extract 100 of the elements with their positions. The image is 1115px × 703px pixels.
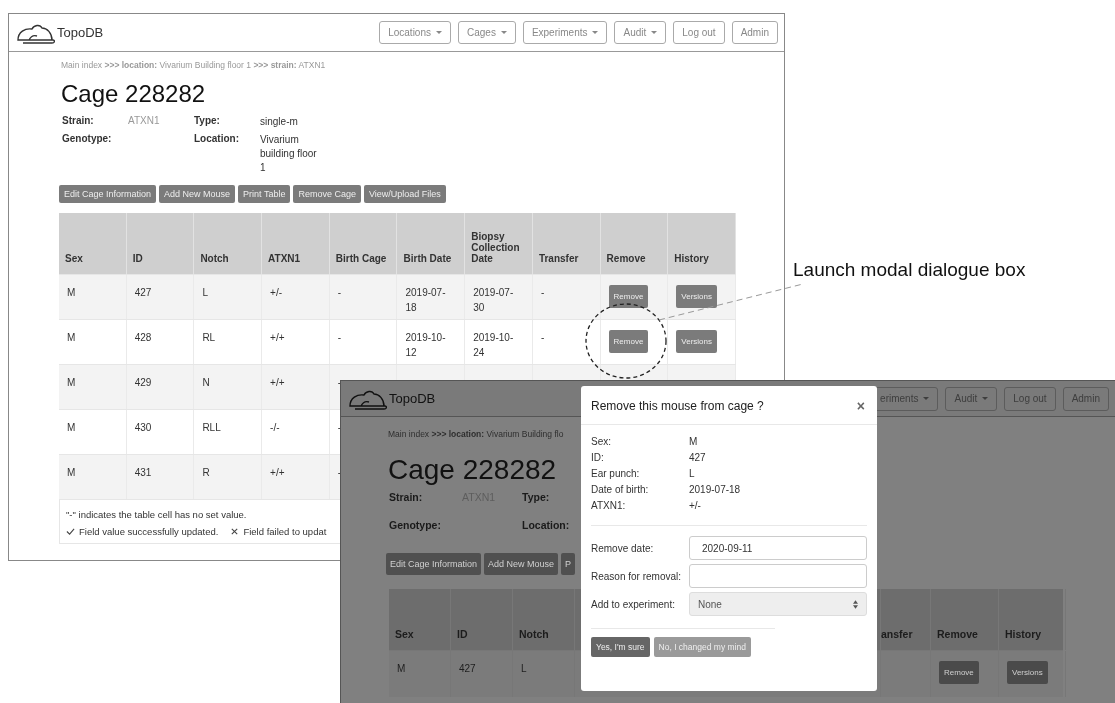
table-cell: M bbox=[67, 467, 76, 478]
detail-label: Location: bbox=[522, 519, 571, 531]
checkmark-icon bbox=[66, 527, 75, 536]
table-cell: 431 bbox=[134, 467, 152, 478]
caret-icon bbox=[982, 397, 989, 400]
table-cell: -/- bbox=[270, 422, 280, 433]
info-label: Sex: bbox=[591, 435, 612, 449]
table-cell: RL bbox=[202, 332, 216, 343]
table-cell: R bbox=[202, 467, 210, 478]
breadcrumb: Main index >>> location: Vivarium Building floor 1 >>> strain: ATXN1 bbox=[61, 60, 326, 70]
action-button[interactable]: Remove Cage bbox=[293, 185, 361, 203]
table-cell: L bbox=[202, 287, 208, 298]
info-value: +/- bbox=[689, 499, 702, 513]
nav-button[interactable]: Admin bbox=[731, 21, 778, 44]
table-cell: M bbox=[67, 422, 76, 433]
annotation-text: Launch modal dialogue box bbox=[793, 259, 1026, 281]
cancel-button[interactable]: No, I changed my mind bbox=[653, 637, 751, 657]
cage-title: Cage 228282 bbox=[388, 455, 557, 484]
field-label: Add to experiment: bbox=[591, 598, 676, 610]
caret-icon bbox=[592, 31, 599, 34]
nav-button[interactable]: Audit bbox=[614, 21, 667, 44]
detail-value: Vivarium building floor 1 bbox=[260, 133, 318, 175]
table-cell: 428 bbox=[134, 332, 152, 343]
footnote: "-" indicates the table cell has no set value. bbox=[66, 509, 247, 520]
table-cell: 430 bbox=[134, 422, 152, 433]
table-cell: 2019-07-18 bbox=[405, 287, 446, 313]
detail-label: Strain: bbox=[62, 115, 95, 126]
action-button[interactable]: Edit Cage Information bbox=[59, 185, 157, 203]
table-cell: 2019-10-12 bbox=[405, 332, 446, 358]
info-label: ID: bbox=[591, 451, 605, 465]
detail-label: Genotype: bbox=[62, 133, 113, 144]
table-cell: - bbox=[337, 332, 342, 343]
cross-icon bbox=[230, 527, 240, 536]
confirm-button[interactable]: Yes, I'm sure bbox=[591, 637, 650, 657]
action-button[interactable]: Print Table bbox=[238, 185, 291, 203]
info-label: ATXN1: bbox=[591, 499, 627, 513]
table-cell: 427 bbox=[459, 663, 476, 674]
table-cell: 429 bbox=[134, 377, 152, 388]
dialog-title: Remove this mouse from cage ? bbox=[591, 399, 764, 413]
table-cell: - bbox=[337, 287, 342, 298]
action-button[interactable]: Add New Mouse bbox=[484, 553, 559, 575]
table-cell: N bbox=[202, 377, 210, 388]
nav-button[interactable]: Log out bbox=[673, 21, 725, 44]
action-button[interactable]: Edit Cage Information bbox=[386, 553, 482, 575]
info-value: M bbox=[689, 435, 699, 449]
table-cell: M bbox=[397, 663, 406, 674]
field-label: Reason for removal: bbox=[591, 570, 683, 582]
detail-label: Genotype: bbox=[389, 519, 442, 531]
table-cell: +/- bbox=[270, 287, 283, 298]
table-cell: 2019-07-30 bbox=[473, 287, 514, 313]
table-cell: - bbox=[337, 467, 342, 478]
table-cell: RLL bbox=[202, 422, 221, 433]
info-label: Ear punch: bbox=[591, 467, 641, 481]
brand-name[interactable]: TopoDB bbox=[57, 25, 104, 40]
info-value: 2019-07-18 bbox=[689, 483, 742, 497]
caret-icon bbox=[500, 31, 507, 34]
info-value: L bbox=[689, 467, 696, 481]
action-button[interactable]: View/Upload Files bbox=[364, 185, 446, 203]
nav-button[interactable]: Admin bbox=[1062, 386, 1109, 411]
up-down-arrows-icon bbox=[853, 599, 858, 609]
select-dropdown[interactable]: None bbox=[689, 592, 867, 616]
input-field[interactable] bbox=[689, 564, 867, 588]
cage-title: Cage 228282 bbox=[61, 79, 206, 108]
detail-link[interactable]: ATXN1 bbox=[128, 115, 194, 126]
detail-label: Type: bbox=[522, 491, 551, 503]
caret-icon bbox=[651, 31, 658, 34]
detail-value: single-m bbox=[260, 115, 299, 129]
detail-label: Strain: bbox=[389, 491, 424, 503]
nav-button[interactable]: Experiments bbox=[522, 21, 608, 44]
table-cell: - bbox=[337, 422, 342, 433]
brand-name[interactable]: TopoDB bbox=[389, 391, 436, 406]
action-button[interactable]: P bbox=[561, 553, 576, 575]
table-cell: M bbox=[67, 332, 76, 343]
legend-text: Field value successfully updated. bbox=[79, 526, 219, 537]
remove-button[interactable]: Remove bbox=[608, 285, 649, 308]
table-cell: +/+ bbox=[270, 332, 285, 343]
nav-button[interactable]: Audit bbox=[945, 386, 998, 411]
versions-button[interactable]: Versions bbox=[676, 285, 717, 308]
table-cell: - bbox=[337, 377, 342, 388]
nav-button[interactable]: Cages bbox=[458, 21, 516, 44]
versions-button[interactable]: Versions bbox=[676, 330, 717, 353]
action-button[interactable]: Add New Mouse bbox=[159, 185, 236, 203]
table-cell: +/+ bbox=[270, 377, 285, 388]
table-cell: +/+ bbox=[270, 467, 285, 478]
detail-label: Location: bbox=[194, 133, 240, 144]
remove-button[interactable]: Remove bbox=[939, 661, 979, 684]
remove-button[interactable]: Remove bbox=[608, 330, 649, 353]
versions-button[interactable]: Versions bbox=[1007, 661, 1048, 684]
input-field[interactable]: 2020-09-11 bbox=[689, 536, 867, 560]
field-label: Remove date: bbox=[591, 542, 655, 554]
table-cell: - bbox=[540, 332, 545, 343]
table-cell: - bbox=[540, 287, 545, 298]
caret-icon bbox=[436, 31, 442, 34]
close-button[interactable]: × bbox=[854, 398, 867, 414]
nav-button[interactable]: Log out bbox=[1004, 386, 1056, 411]
table-cell: M bbox=[67, 287, 76, 298]
table-cell: M bbox=[67, 377, 76, 388]
nav-button[interactable]: Locations bbox=[379, 21, 451, 44]
caret-icon bbox=[923, 397, 930, 400]
info-value: 427 bbox=[689, 451, 707, 465]
